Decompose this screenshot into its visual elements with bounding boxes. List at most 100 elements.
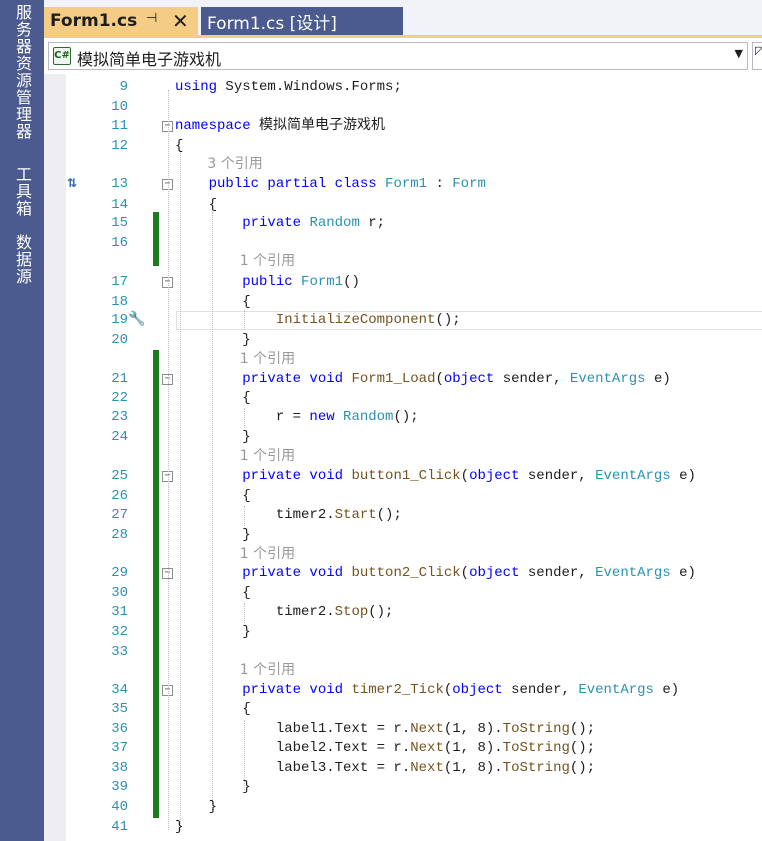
code-token: private void [242, 565, 344, 581]
code-line[interactable]: namespace 模拟简单电子游戏机 [175, 117, 385, 136]
code-token: Form1 [301, 274, 344, 290]
code-token: { [175, 138, 184, 154]
code-line[interactable]: } [175, 428, 251, 447]
code-token: label2.Text = r. [175, 740, 411, 756]
code-line[interactable]: { [175, 389, 251, 408]
tab-form1-designer[interactable]: Form1.cs [设计] [201, 7, 403, 35]
code-token: r = [175, 409, 310, 425]
code-token: (1, 8). [443, 760, 503, 776]
tab-form1-cs[interactable]: Form1.cs ⊣ ✕ [44, 7, 198, 35]
code-line[interactable]: } [175, 778, 251, 797]
code-line[interactable]: } [175, 623, 250, 642]
code-token: r; [359, 215, 386, 231]
code-line[interactable]: private void Form1_Load(object sender, E… [175, 370, 671, 389]
code-line[interactable]: { [175, 584, 251, 603]
code-line[interactable]: { [175, 137, 183, 156]
code-token: EventArgs [578, 682, 654, 698]
namespace-dropdown[interactable]: C# 模拟简单电子游戏机 ▼ [48, 42, 748, 70]
toolbox-tab[interactable]: 工具箱 [7, 166, 37, 228]
line-number: 9 [119, 79, 128, 95]
code-token: EventArgs [595, 565, 671, 581]
code-token: private void [242, 468, 344, 484]
line-number: 32 [111, 624, 128, 640]
code-line[interactable]: { [175, 196, 217, 215]
close-icon[interactable]: ✕ [172, 7, 189, 35]
line-number: 18 [111, 294, 128, 310]
code-token: { [175, 390, 251, 406]
line-number: 29 [111, 565, 128, 581]
code-line[interactable]: } [175, 331, 250, 350]
code-token: ( [435, 371, 444, 387]
code-line[interactable]: label1.Text = r.Next(1, 8).ToString(); [175, 720, 595, 739]
code-token: } [175, 429, 251, 445]
code-token: e) [645, 371, 671, 387]
code-token: button2_Click [351, 565, 461, 581]
code-token: } [175, 799, 218, 815]
code-line[interactable]: private void timer2_Tick(object sender, … [175, 681, 679, 700]
code-line[interactable]: private Random r; [175, 214, 385, 233]
side-tool-strip: 服务器资源管理器 工具箱 数据源 [0, 0, 44, 841]
line-number: 15 [111, 215, 128, 231]
code-line[interactable]: public Form1() [175, 273, 360, 292]
code-line[interactable]: timer2.Start(); [175, 506, 402, 525]
code-line[interactable]: timer2.Stop(); [175, 603, 394, 622]
line-number: 41 [111, 819, 128, 835]
code-token: { [175, 585, 251, 601]
code-line[interactable]: InitializeComponent(); [175, 311, 461, 330]
line-number: 30 [111, 585, 128, 601]
code-token: public [242, 274, 293, 290]
code-token: using [175, 79, 218, 95]
line-number: 25 [111, 468, 128, 484]
code-token: (); [569, 740, 596, 756]
code-line[interactable]: public partial class Form1 : Form [175, 175, 486, 194]
code-line[interactable]: private void button2_Click(object sender… [175, 564, 696, 583]
data-sources-tab[interactable]: 数据源 [7, 234, 37, 296]
line-number: 39 [111, 779, 128, 795]
codelens-reference-count[interactable]: 1 个引用 [240, 545, 295, 564]
codelens-reference-count[interactable]: 1 个引用 [240, 447, 295, 466]
code-token: } [175, 779, 251, 795]
code-token: Form [452, 176, 486, 192]
line-number: 38 [111, 760, 128, 776]
code-line[interactable]: { [175, 487, 250, 506]
code-token: (1, 8). [443, 721, 503, 737]
pin-icon[interactable]: ⊣ [146, 11, 157, 26]
code-token: label3.Text = r. [175, 760, 411, 776]
code-line[interactable]: label2.Text = r.Next(1, 8).ToString(); [175, 739, 595, 758]
code-token: sender, [519, 565, 596, 581]
code-token: button1_Click [351, 468, 461, 484]
chevron-icon: ◸ [755, 44, 762, 57]
code-token: object [469, 468, 520, 484]
line-number: 37 [111, 740, 128, 756]
code-token: (); [393, 409, 419, 425]
code-token: (); [569, 760, 596, 776]
code-token: e) [670, 468, 696, 484]
server-explorer-tab[interactable]: 服务器资源管理器 [7, 4, 37, 162]
code-line[interactable]: { [175, 293, 250, 312]
code-line[interactable]: } [175, 526, 250, 545]
code-line[interactable]: } [175, 818, 183, 837]
code-token: label1.Text = r. [175, 721, 411, 737]
chevron-down-icon[interactable]: ▼ [735, 47, 743, 60]
member-dropdown[interactable]: ◸ [752, 42, 762, 70]
codelens-reference-count[interactable]: 1 个引用 [240, 252, 295, 271]
code-line[interactable]: } [175, 798, 217, 817]
wrench-icon[interactable]: 🔧 [128, 311, 145, 327]
code-line[interactable]: { [175, 700, 250, 719]
codelens-reference-count[interactable]: 3 个引用 [207, 155, 262, 174]
code-line[interactable]: using System.Windows.Forms; [175, 78, 402, 97]
code-line[interactable]: private void button1_Click(object sender… [175, 467, 696, 486]
code-token: (); [435, 312, 461, 328]
code-line[interactable]: label3.Text = r.Next(1, 8).ToString(); [175, 759, 595, 778]
csharp-icon: C# [53, 47, 71, 65]
code-line[interactable]: r = new Random(); [175, 408, 419, 427]
codelens-reference-count[interactable]: 1 个引用 [240, 350, 295, 369]
code-token: Random [343, 409, 394, 425]
code-token: (); [569, 721, 596, 737]
codelens-reference-count[interactable]: 1 个引用 [240, 661, 295, 680]
code-token: namespace [175, 118, 251, 134]
